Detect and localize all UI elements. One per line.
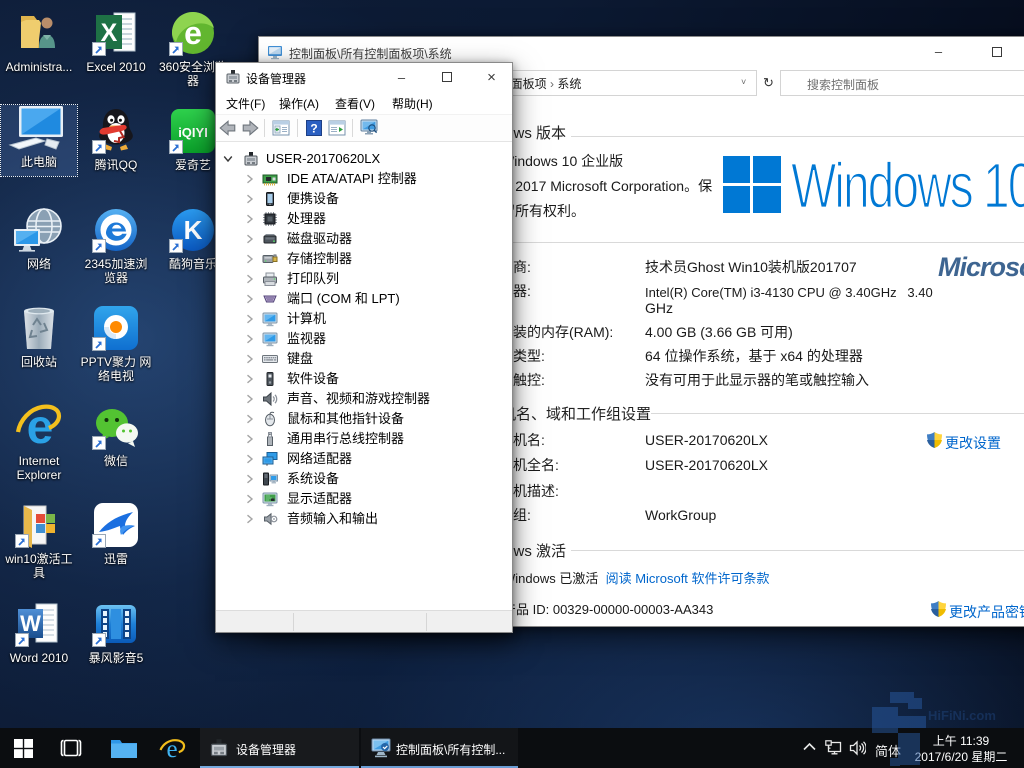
svg-text:HiFiNi.com: HiFiNi.com xyxy=(928,708,996,723)
svg-text:e: e xyxy=(184,15,202,51)
svg-text:?: ? xyxy=(310,122,317,136)
svg-text:K: K xyxy=(184,215,203,245)
svg-text:iQIYI: iQIYI xyxy=(178,125,208,140)
